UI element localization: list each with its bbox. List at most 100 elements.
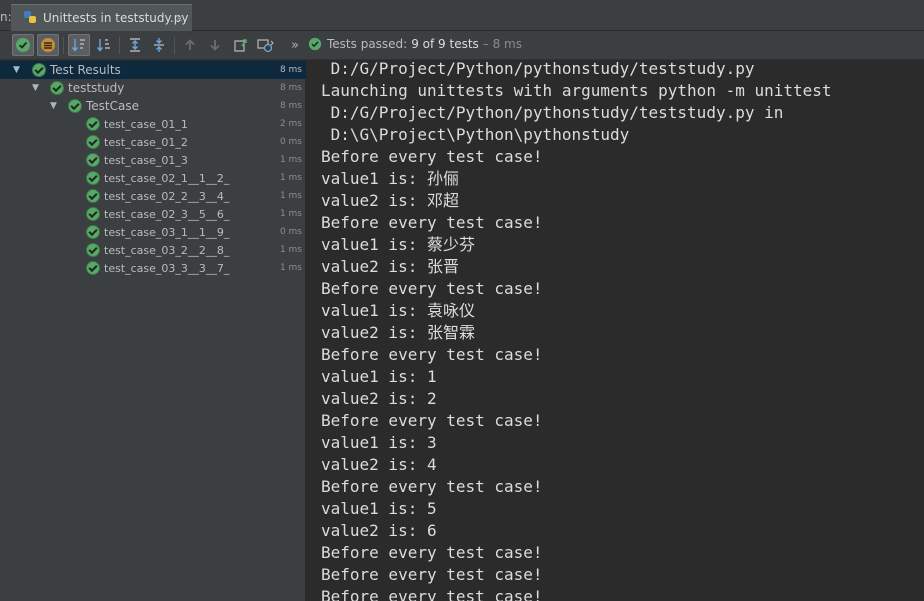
check-circle-icon — [308, 37, 322, 51]
sort-by-duration-button[interactable] — [93, 34, 115, 56]
tree-node-test[interactable]: test_case_03_3__3__7_ 1 ms — [0, 259, 306, 277]
console-line: D:\G\Project\Python\pythonstudy — [321, 125, 630, 144]
test-duration: 1 ms — [279, 173, 302, 183]
console-line: value1 is: 蔡少芬 — [321, 235, 475, 254]
test-duration: 1 ms — [279, 209, 302, 219]
test-name: test_case_03_3__3__7_ — [104, 261, 230, 275]
status-text: Tests passed: — [327, 37, 408, 51]
tree-node-label: TestCase — [86, 99, 139, 113]
expand-all-button[interactable] — [124, 34, 146, 56]
console-output[interactable]: D:/G/Project/Python/pythonstudy/teststud… — [307, 61, 924, 601]
console-line: Before every test case! — [321, 543, 543, 562]
passed-icon — [86, 189, 100, 203]
check-circle-icon — [16, 38, 30, 52]
console-line: value2 is: 张智霖 — [321, 323, 475, 342]
show-passed-button[interactable] — [12, 34, 34, 56]
tree-node-test[interactable]: test_case_01_3 1 ms — [0, 151, 306, 169]
tab-title: Unittests in teststudy.py — [43, 11, 189, 25]
passed-icon — [86, 207, 100, 221]
tree-node-test[interactable]: test_case_01_2 0 ms — [0, 133, 306, 151]
console-line: value2 is: 2 — [321, 389, 437, 408]
tree-node-test[interactable]: test_case_02_3__5__6_ 1 ms — [0, 205, 306, 223]
tree-node-teststudy[interactable]: ▼ teststudy 8 ms — [0, 79, 306, 97]
sort-duration-icon — [96, 39, 110, 52]
close-icon[interactable]: × — [174, 11, 184, 25]
tree-node-test-results[interactable]: ▼ Test Results 8 ms — [0, 61, 306, 79]
console-line: value2 is: 邓超 — [321, 191, 459, 210]
expand-arrow-icon[interactable]: ▼ — [13, 65, 20, 75]
passed-icon — [86, 243, 100, 257]
console-line: value1 is: 5 — [321, 499, 437, 518]
test-history-button[interactable] — [254, 34, 276, 56]
console-line: Before every test case! — [321, 279, 543, 298]
console-line: value1 is: 孙俪 — [321, 169, 459, 188]
test-duration: 0 ms — [279, 137, 302, 147]
tab-unittests[interactable]: Unittests in teststudy.py × — [11, 4, 192, 31]
tree-node-duration: 8 ms — [279, 83, 302, 93]
tree-node-duration: 8 ms — [279, 101, 302, 111]
console-line: Before every test case! — [321, 345, 543, 364]
test-duration: 1 ms — [279, 155, 302, 165]
ignored-icon — [41, 38, 55, 52]
test-name: test_case_02_2__3__4_ — [104, 189, 230, 203]
more-options-button[interactable]: » — [284, 34, 306, 56]
history-icon — [257, 39, 274, 53]
status-time: – 8 ms — [482, 37, 523, 51]
expand-all-icon — [130, 38, 140, 52]
tree-node-test[interactable]: test_case_02_2__3__4_ 1 ms — [0, 187, 306, 205]
collapse-all-button[interactable] — [148, 34, 170, 56]
console-line: Before every test case! — [321, 147, 543, 166]
console-line: value1 is: 3 — [321, 433, 437, 452]
test-results-tree: ▼ Test Results 8 ms ▼ teststudy 8 ms ▼ T… — [0, 61, 306, 601]
toolbar-separator — [174, 37, 175, 54]
next-failed-button[interactable] — [204, 34, 226, 56]
console-line: Before every test case! — [321, 477, 543, 496]
tree-node-test[interactable]: test_case_01_1 2 ms — [0, 115, 306, 133]
test-name: test_case_01_1 — [104, 117, 188, 131]
test-duration: 1 ms — [279, 191, 302, 201]
test-duration: 1 ms — [279, 245, 302, 255]
test-duration: 1 ms — [279, 263, 302, 273]
previous-failed-button[interactable] — [179, 34, 201, 56]
test-duration: 2 ms — [279, 119, 302, 129]
console-line: value1 is: 1 — [321, 367, 437, 386]
console-line: Before every test case! — [321, 411, 543, 430]
passed-icon — [86, 261, 100, 275]
python-icon — [23, 9, 37, 28]
expand-arrow-icon[interactable]: ▼ — [32, 83, 39, 93]
tabbar-prefix: n: — [0, 10, 12, 24]
sort-alpha-icon — [71, 39, 85, 52]
test-name: test_case_01_3 — [104, 153, 188, 167]
tree-node-testcase[interactable]: ▼ TestCase 8 ms — [0, 97, 306, 115]
status-summary: Tests passed: 9 of 9 tests – 8 ms — [308, 37, 522, 51]
show-ignored-button[interactable] — [37, 34, 59, 56]
test-toolbar: » Tests passed: 9 of 9 tests – 8 ms — [0, 31, 924, 60]
status-count: 9 of 9 tests — [411, 37, 479, 51]
tree-node-test[interactable]: test_case_03_2__2__8_ 1 ms — [0, 241, 306, 259]
passed-icon — [32, 63, 46, 77]
passed-icon — [86, 225, 100, 239]
export-icon — [234, 39, 247, 52]
passed-icon — [86, 135, 100, 149]
console-line: D:/G/Project/Python/pythonstudy/teststud… — [321, 61, 755, 78]
tree-node-label: Test Results — [50, 63, 121, 77]
console-line: value2 is: 4 — [321, 455, 437, 474]
sort-alphabetically-button[interactable] — [68, 34, 90, 56]
export-results-button[interactable] — [229, 34, 251, 56]
toolbar-separator — [119, 37, 120, 54]
tree-node-test[interactable]: test_case_03_1__1__9_ 0 ms — [0, 223, 306, 241]
expand-arrow-icon[interactable]: ▼ — [50, 101, 57, 111]
passed-icon — [86, 171, 100, 185]
console-line: value2 is: 6 — [321, 521, 437, 540]
test-name: test_case_01_2 — [104, 135, 188, 149]
test-duration: 0 ms — [279, 227, 302, 237]
toolbar-separator — [63, 37, 64, 54]
tree-node-label: teststudy — [68, 81, 125, 95]
passed-icon — [68, 99, 82, 113]
console-line: value2 is: 张晋 — [321, 257, 459, 276]
test-name: test_case_02_3__5__6_ — [104, 207, 230, 221]
console-line: Before every test case! — [321, 587, 543, 601]
tree-node-test[interactable]: test_case_02_1__1__2_ 1 ms — [0, 169, 306, 187]
passed-icon — [86, 117, 100, 131]
test-name: test_case_02_1__1__2_ — [104, 171, 230, 185]
